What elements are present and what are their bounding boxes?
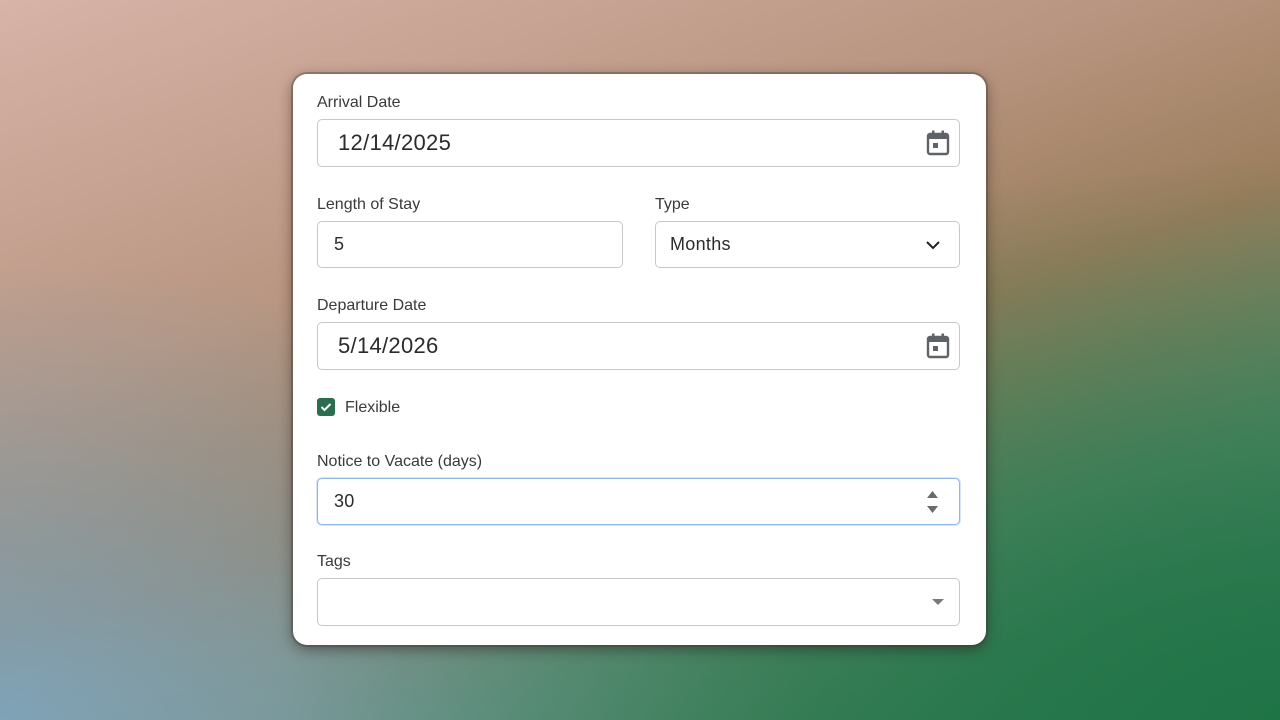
arrival-date-label: Arrival Date [317,94,401,111]
calendar-icon[interactable] [925,332,951,360]
notice-to-vacate-label: Notice to Vacate (days) [317,453,483,470]
length-of-stay-value: 5 [334,234,345,254]
departure-date-field[interactable]: 5/14/2026 [317,322,960,370]
arrival-date-value: 12/14/2025 [338,130,452,155]
type-select[interactable]: Months [655,221,960,268]
length-of-stay-input[interactable]: 5 [317,221,623,268]
caret-down-icon [932,599,944,605]
flexible-checkbox[interactable] [317,398,335,416]
notice-to-vacate-value: 30 [334,491,355,511]
flexible-label[interactable]: Flexible [345,399,400,417]
calendar-icon[interactable] [925,129,951,157]
tags-label: Tags [317,553,351,570]
spinner-arrows-icon[interactable] [926,489,939,515]
chevron-down-icon [926,240,940,249]
booking-form-card: Arrival Date 12/14/2025 Length of Stay 5… [293,74,986,645]
departure-date-label: Departure Date [317,297,427,314]
checkmark-icon [320,403,332,412]
departure-date-value: 5/14/2026 [338,333,439,358]
notice-to-vacate-input[interactable]: 30 [317,478,960,525]
type-selected-value: Months [670,234,731,254]
tags-select[interactable] [317,578,960,626]
length-of-stay-label: Length of Stay [317,196,421,213]
arrival-date-field[interactable]: 12/14/2025 [317,119,960,167]
type-label: Type [655,196,690,213]
